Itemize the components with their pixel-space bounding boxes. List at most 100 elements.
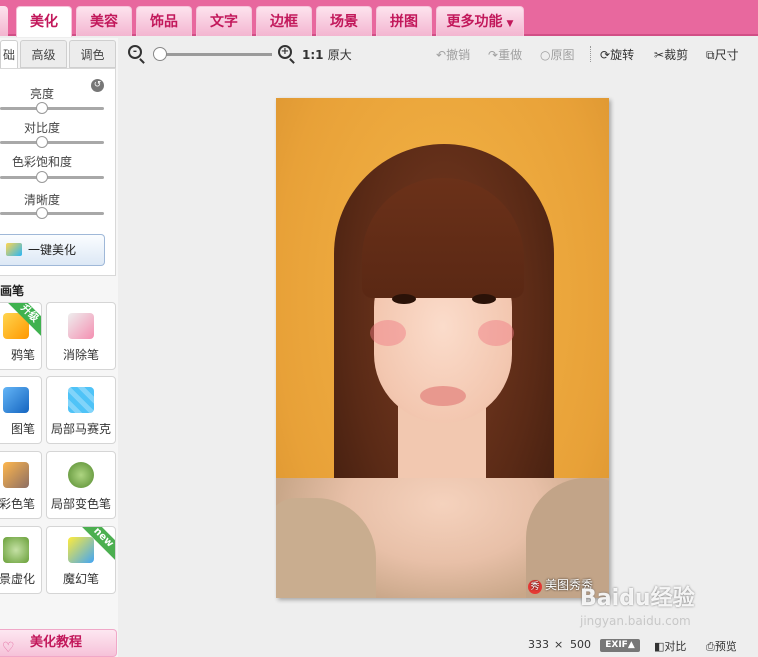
eraser-icon	[68, 313, 94, 339]
color-bucket-icon	[68, 462, 94, 488]
tab-scene[interactable]: 场景	[316, 6, 372, 36]
toolbar-divider	[590, 46, 591, 62]
actual-size-button[interactable]: 1:1 原大	[302, 46, 352, 63]
reset-icon[interactable]: ↺	[91, 79, 104, 92]
brightness-slider-handle[interactable]	[36, 102, 48, 114]
tool-label: 魔幻笔	[62, 572, 99, 586]
contrast-slider-handle[interactable]	[36, 136, 48, 148]
tab-label: 场景	[330, 14, 358, 30]
tab-label: 饰品	[150, 14, 178, 30]
one-key-label: 一键美化	[28, 243, 77, 257]
sharpness-slider[interactable]	[0, 212, 104, 215]
one-key-beautify-button[interactable]: 一键美化	[0, 234, 105, 266]
zoom-slider[interactable]	[154, 53, 272, 56]
brightness-slider[interactable]	[0, 107, 104, 110]
rotate-icon: ⟳	[600, 48, 611, 62]
tab-beauty[interactable]: 美容	[76, 6, 132, 36]
preview-label: 预览	[714, 640, 737, 653]
tab-label: 边框	[270, 14, 298, 30]
tab-text[interactable]: 文字	[196, 6, 252, 36]
saturation-label: 色彩饱和度	[11, 155, 72, 169]
original-button[interactable]: ○原图	[540, 46, 575, 63]
photo-cheek-left	[370, 320, 406, 346]
photo-eye-right	[472, 294, 496, 304]
sharpness-slider-handle[interactable]	[36, 207, 48, 219]
chevron-down-icon: ▼	[506, 19, 514, 29]
photo-cheek-right	[478, 320, 514, 346]
tool-sticker-pen[interactable]: 图笔	[0, 376, 42, 444]
tutorial-label: 美化教程	[30, 635, 83, 650]
tool-label: 消除笔	[62, 348, 99, 362]
tool-eraser-pen[interactable]: 消除笔	[46, 302, 116, 370]
brush-section-title: 画笔	[0, 282, 24, 299]
tool-color-pen[interactable]: 彩色笔	[0, 451, 42, 519]
undo-button[interactable]: ↶撤销	[436, 46, 470, 63]
compare-button[interactable]: ◧对比	[654, 638, 686, 654]
tool-local-mosaic[interactable]: 局部马赛克	[46, 376, 116, 444]
zoom-slider-handle[interactable]	[153, 47, 167, 61]
redo-icon: ↷	[488, 48, 499, 62]
beautify-tutorial-button[interactable]: ♡ 美化教程	[0, 629, 117, 657]
tab-edge	[0, 6, 8, 36]
image-height: 500	[570, 638, 591, 651]
subtab-label: 调色	[80, 48, 105, 62]
resize-button[interactable]: ⧉尺寸	[706, 46, 739, 63]
tab-frame[interactable]: 边框	[256, 6, 312, 36]
times-sign: ×	[554, 638, 564, 651]
subtab-advanced[interactable]: 高级	[20, 40, 67, 68]
subtab-label: 高级	[31, 48, 56, 62]
resize-label: 尺寸	[714, 48, 739, 62]
top-nav: 美化 美容 饰品 文字 边框 场景 拼图 更多功能 ▼	[0, 0, 758, 37]
tool-label: 景虚化	[0, 572, 35, 586]
redo-button[interactable]: ↷重做	[488, 46, 522, 63]
tab-accessories[interactable]: 饰品	[136, 6, 192, 36]
tab-label: 文字	[210, 14, 238, 30]
original-icon: ○	[540, 48, 551, 62]
tab-label: 更多功能	[446, 14, 503, 30]
tab-label: 美化	[30, 14, 58, 30]
tool-magic-pen[interactable]: new 魔幻笔	[46, 526, 116, 594]
magic-wand-icon	[68, 537, 94, 563]
tool-label: 局部变色笔	[50, 497, 111, 511]
photo-lips	[420, 386, 466, 406]
rotate-button[interactable]: ⟳旋转	[600, 46, 634, 63]
camera-icon	[3, 537, 29, 563]
image-width: 333	[528, 638, 549, 651]
status-bar: 333 × 500 EXIF▲ ◧对比 ⎙预览	[524, 638, 758, 654]
tab-label: 美容	[90, 14, 118, 30]
compare-icon: ◧	[654, 640, 665, 653]
saturation-slider[interactable]	[0, 176, 104, 179]
actual-size-label: 原大	[327, 48, 352, 62]
subtab-color[interactable]: 调色	[69, 40, 116, 68]
undo-label: 撤销	[446, 48, 471, 62]
paint-brush-icon	[3, 462, 29, 488]
tab-more-features[interactable]: 更多功能 ▼	[436, 6, 524, 36]
crop-button[interactable]: ✂裁剪	[654, 46, 688, 63]
meitu-logo-icon: 秀	[528, 580, 542, 594]
heart-icon: ♡	[2, 640, 15, 656]
sub-tabs: 础 高级 调色	[0, 38, 118, 68]
tab-beautify[interactable]: 美化	[16, 6, 72, 37]
zoom-in-icon[interactable]: +	[278, 45, 292, 59]
beautify-icon	[6, 243, 22, 256]
saturation-slider-handle[interactable]	[36, 171, 48, 183]
scissors-icon: ✂	[654, 48, 665, 62]
rotate-label: 旋转	[610, 48, 635, 62]
photo-canvas[interactable]: 秀美图秀秀	[276, 98, 609, 598]
subtab-label: 础	[2, 48, 15, 62]
tab-collage[interactable]: 拼图	[376, 6, 432, 36]
zoom-out-icon[interactable]: -	[128, 45, 142, 59]
redo-label: 重做	[498, 48, 523, 62]
pen-icon	[3, 387, 29, 413]
tool-background-blur[interactable]: 景虚化	[0, 526, 42, 594]
tool-local-recolor[interactable]: 局部变色笔	[46, 451, 116, 519]
tool-graffiti-pen[interactable]: 升级 鸦笔	[0, 302, 42, 370]
brush-title-text: 画笔	[0, 284, 25, 298]
subtab-basic[interactable]: 础	[0, 40, 18, 68]
preview-button[interactable]: ⎙预览	[706, 638, 737, 654]
contrast-slider[interactable]	[0, 141, 104, 144]
resize-icon: ⧉	[706, 48, 715, 62]
exif-button[interactable]: EXIF▲	[600, 639, 640, 652]
tool-label: 鸦笔	[10, 348, 35, 362]
tool-label: 彩色笔	[0, 497, 35, 511]
